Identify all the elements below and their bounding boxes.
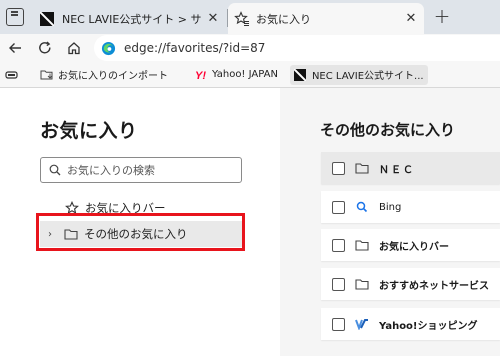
- nec-favicon-icon: [293, 68, 306, 81]
- favbar-item-label: お気に入りのインポート: [58, 71, 168, 82]
- refresh-icon: [39, 41, 51, 54]
- search-icon: [49, 164, 61, 176]
- list-item-bing[interactable]: Bing: [321, 191, 500, 223]
- favbar-item-import[interactable]: お気に入りのインポート: [36, 65, 172, 85]
- list-item-recommended-services[interactable]: おすすめネットサービス: [321, 268, 500, 300]
- favbar-item-nec[interactable]: NEC LAVIE公式サイト...: [289, 64, 428, 85]
- home-icon: [68, 42, 80, 55]
- refresh-button[interactable]: [34, 37, 56, 59]
- back-arrow-icon: [9, 43, 21, 53]
- row-label: Yahoo!ショッピング: [379, 320, 478, 332]
- row-label: おすすめネットサービス: [379, 280, 489, 292]
- row-checkbox[interactable]: [332, 161, 345, 175]
- favorites-star-icon: [234, 10, 249, 26]
- favorites-tree-pane: お気に入り お気に入りの検索 お気に入りバー › その他のお気に入り: [0, 88, 280, 356]
- folder-icon: [355, 239, 369, 251]
- favbar-item-label: Yahoo! JAPAN: [212, 69, 278, 80]
- page-title: お気に入り: [40, 120, 138, 142]
- tab-actions-icon[interactable]: [6, 8, 24, 26]
- close-icon[interactable]: ✕: [206, 11, 220, 26]
- folder-icon: [355, 278, 369, 290]
- url-text: edge://favorites/?id=87: [124, 41, 266, 55]
- search-placeholder: お気に入りの検索: [67, 164, 155, 177]
- favbar-item-label: NEC LAVIE公式サイト...: [311, 71, 424, 82]
- edge-logo-icon: [101, 41, 116, 55]
- row-checkbox[interactable]: [332, 317, 345, 331]
- folder-icon: [40, 70, 53, 80]
- favorites-bar-menu[interactable]: [0, 65, 22, 85]
- row-checkbox[interactable]: [332, 238, 345, 252]
- row-label: Bing: [379, 201, 402, 213]
- folder-title: その他のお気に入り: [320, 121, 456, 139]
- row-checkbox[interactable]: [332, 277, 345, 291]
- nec-favicon-icon: [40, 11, 54, 26]
- back-button[interactable]: [4, 37, 26, 59]
- annotation-highlight-box: [36, 213, 245, 251]
- row-label: お気に入りバー: [379, 241, 449, 253]
- search-input[interactable]: お気に入りの検索: [40, 157, 242, 183]
- tab-title: お気に入り: [256, 12, 311, 26]
- bing-search-icon: [355, 201, 369, 213]
- favorites-bar: お気に入りのインポート Y! Yahoo! JAPAN NEC LAVIE公式サ…: [0, 62, 500, 88]
- navigation-bar: edge://favorites/?id=87: [0, 34, 500, 62]
- yahoo-icon: Y!: [195, 70, 206, 81]
- home-button[interactable]: [63, 37, 85, 59]
- list-item-favorites-bar[interactable]: お気に入りバー: [321, 229, 500, 261]
- row-label: ＮＥＣ: [379, 164, 415, 176]
- tab-title: NEC LAVIE公式サイト > サービス&サ: [62, 12, 202, 26]
- new-tab-button[interactable]: +: [431, 6, 453, 28]
- tab-nec-lavie[interactable]: NEC LAVIE公式サイト > サービス&サ ✕: [34, 3, 226, 34]
- address-bar[interactable]: edge://favorites/?id=87: [94, 35, 500, 61]
- favorites-bar-icon: [5, 70, 18, 79]
- tab-strip: NEC LAVIE公式サイト > サービス&サ ✕ お気に入り ✕ +: [0, 0, 500, 34]
- list-item-yahoo-shopping[interactable]: Yahoo!ショッピング: [321, 308, 500, 340]
- row-checkbox[interactable]: [332, 200, 345, 214]
- yahoo-shopping-icon: [355, 318, 369, 330]
- svg-text:Y!: Y!: [195, 70, 206, 81]
- folder-icon: [355, 162, 369, 174]
- list-item-nec[interactable]: ＮＥＣ: [321, 152, 500, 184]
- favbar-item-yahoo[interactable]: Y! Yahoo! JAPAN: [190, 65, 282, 85]
- tab-favorites[interactable]: お気に入り ✕: [228, 3, 424, 34]
- close-icon[interactable]: ✕: [404, 11, 418, 26]
- favorites-page: お気に入り お気に入りの検索 お気に入りバー › その他のお気に入り その他のお…: [0, 88, 500, 356]
